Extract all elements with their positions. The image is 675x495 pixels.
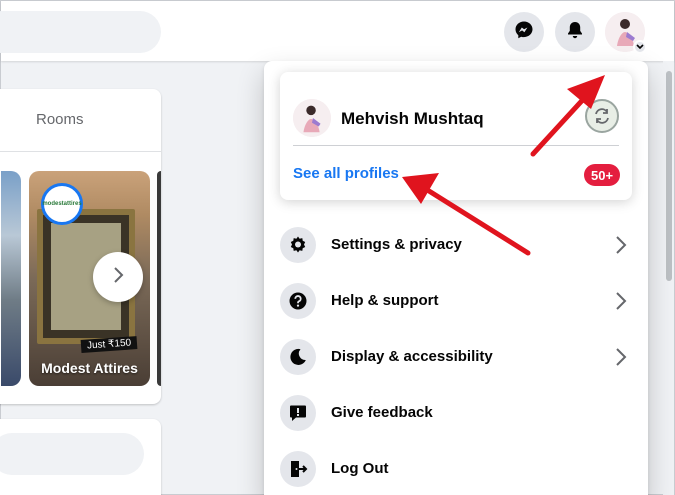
- menu-item-help-support[interactable]: Help & support: [280, 279, 632, 327]
- divider: [293, 145, 619, 146]
- story-card-previous[interactable]: [1, 171, 21, 386]
- menu-item-display-accessibility[interactable]: Display & accessibility: [280, 335, 632, 383]
- account-avatar-button[interactable]: [605, 12, 647, 54]
- menu-item-label: Log Out: [331, 460, 389, 477]
- divider: [0, 151, 161, 152]
- question-icon: [280, 283, 316, 319]
- see-all-profiles-link[interactable]: See all profiles: [293, 165, 399, 182]
- profiles-count-badge: 50+: [584, 164, 621, 186]
- story-card-next[interactable]: [157, 171, 161, 386]
- menu-item-settings-privacy[interactable]: Settings & privacy: [280, 223, 632, 271]
- price-tag: Just ₹150: [80, 336, 138, 353]
- account-menu: Mehvish Mushtaq See all profiles 50+ Set…: [264, 61, 648, 495]
- create-post-input[interactable]: [0, 433, 144, 475]
- rooms-tab[interactable]: Rooms: [36, 111, 84, 128]
- search-input[interactable]: [0, 11, 161, 53]
- menu-item-label: Give feedback: [331, 404, 433, 421]
- menu-item-label: Display & accessibility: [331, 348, 493, 365]
- profile-avatar[interactable]: [293, 99, 331, 137]
- gear-icon: [280, 227, 316, 263]
- profile-card: Mehvish Mushtaq See all profiles 50+: [280, 72, 632, 200]
- chevron-right-icon: [614, 233, 628, 262]
- chevron-right-icon: [614, 289, 628, 318]
- menu-item-log-out[interactable]: Log Out: [280, 447, 632, 495]
- scrollbar-thumb[interactable]: [666, 71, 672, 281]
- story-page-avatar: modestattires: [41, 183, 83, 225]
- messenger-button[interactable]: [504, 12, 544, 52]
- notifications-button[interactable]: [555, 12, 595, 52]
- chevron-down-icon: [633, 40, 647, 54]
- chevron-right-icon: [111, 265, 125, 290]
- feedback-icon: [280, 395, 316, 431]
- story-title: Modest Attires: [41, 360, 138, 376]
- switch-profile-icon[interactable]: [585, 99, 619, 133]
- create-post-card: [0, 419, 161, 495]
- chevron-right-icon: [614, 345, 628, 374]
- logout-icon: [280, 451, 316, 487]
- menu-item-label: Help & support: [331, 292, 439, 309]
- menu-item-label: Settings & privacy: [331, 236, 462, 253]
- profile-name[interactable]: Mehvish Mushtaq: [341, 109, 484, 129]
- top-navigation-bar: [0, 1, 674, 61]
- story-next-button[interactable]: [93, 252, 143, 302]
- menu-item-give-feedback[interactable]: Give feedback: [280, 391, 632, 439]
- bell-icon: [565, 20, 585, 45]
- messenger-icon: [514, 20, 534, 45]
- moon-icon: [280, 339, 316, 375]
- avatar: [293, 99, 331, 137]
